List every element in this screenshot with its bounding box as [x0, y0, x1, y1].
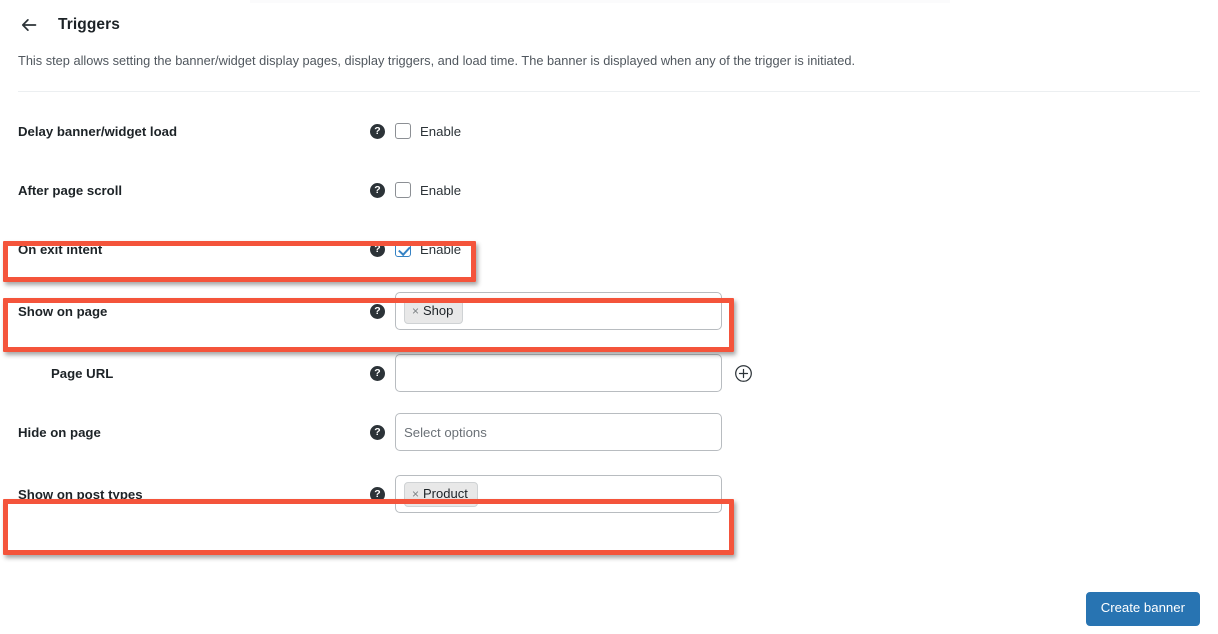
label-on-exit-intent: On exit intent	[18, 241, 103, 257]
label-show-on-page: Show on page	[18, 303, 108, 319]
row-page-url: Page URL ?	[0, 344, 1218, 403]
help-icon[interactable]: ?	[370, 486, 385, 502]
control-hide-on-page: ? Select options	[370, 413, 1200, 452]
label-hide-on-page: Hide on page	[18, 424, 101, 440]
control-after-page-scroll: ? Enable	[370, 182, 1200, 199]
checkbox-after-page-scroll[interactable]: Enable	[395, 182, 462, 199]
checkbox-label: Enable	[420, 182, 462, 198]
checkbox-on-exit-intent[interactable]: Enable	[395, 241, 462, 258]
tag-chip[interactable]: × Shop	[404, 298, 464, 325]
tag-chip[interactable]: × Product	[404, 481, 478, 508]
hide-on-page-multiselect[interactable]: Select options	[395, 413, 722, 452]
label-page-url: Page URL	[51, 365, 114, 381]
page-title: Triggers	[58, 16, 120, 33]
label-after-page-scroll: After page scroll	[18, 182, 123, 198]
help-icon[interactable]: ?	[370, 424, 385, 440]
triggers-form: Delay banner/widget load ? Enable After …	[0, 92, 1218, 527]
tag-label: Product	[423, 485, 468, 501]
label-show-on-post-types: Show on post types	[18, 486, 143, 502]
help-icon[interactable]: ?	[370, 241, 385, 257]
page-description: This step allows setting the banner/widg…	[18, 53, 856, 68]
page-url-input[interactable]	[395, 354, 722, 393]
control-delay-banner-widget-load: ? Enable	[370, 123, 1200, 140]
help-icon[interactable]: ?	[370, 123, 385, 139]
page-footer: Create banner	[1085, 592, 1200, 626]
control-page-url: ?	[370, 354, 1200, 393]
checkbox-label: Enable	[420, 241, 462, 257]
hide-on-page-placeholder: Select options	[404, 424, 487, 440]
help-icon[interactable]: ?	[370, 182, 385, 198]
checkbox-box[interactable]	[395, 123, 411, 140]
control-on-exit-intent: ? Enable	[370, 241, 1200, 258]
row-show-on-page: Show on page ? × Shop	[0, 279, 1218, 344]
tag-remove-icon[interactable]: ×	[412, 305, 419, 317]
tag-remove-icon[interactable]: ×	[412, 488, 419, 500]
create-banner-button[interactable]: Create banner	[1085, 592, 1200, 626]
checkbox-delay-banner-widget-load[interactable]: Enable	[395, 123, 462, 140]
plus-circle-icon[interactable]	[734, 364, 753, 383]
row-after-page-scroll: After page scroll ? Enable	[0, 161, 1218, 220]
row-show-on-post-types: Show on post types ? × Product	[0, 462, 1218, 527]
show-on-post-types-multiselect[interactable]: × Product	[395, 475, 722, 514]
help-icon[interactable]: ?	[370, 365, 385, 381]
row-hide-on-page: Hide on page ? Select options	[0, 403, 1218, 462]
page-header: Triggers	[0, 0, 1218, 40]
triggers-page: Triggers This step allows setting the ba…	[0, 0, 1218, 626]
tag-label: Shop	[423, 302, 454, 318]
checkbox-box[interactable]	[395, 182, 411, 199]
row-on-exit-intent: On exit intent ? Enable	[0, 220, 1218, 279]
arrow-left-icon[interactable]	[18, 14, 40, 36]
label-delay-banner-widget-load: Delay banner/widget load	[18, 123, 178, 139]
control-show-on-post-types: ? × Product	[370, 475, 1200, 514]
checkbox-label: Enable	[420, 123, 462, 139]
control-show-on-page: ? × Shop	[370, 292, 1200, 331]
show-on-page-multiselect[interactable]: × Shop	[395, 292, 722, 331]
checkbox-box[interactable]	[395, 241, 411, 258]
row-delay-banner-widget-load: Delay banner/widget load ? Enable	[0, 102, 1218, 161]
help-icon[interactable]: ?	[370, 303, 385, 319]
